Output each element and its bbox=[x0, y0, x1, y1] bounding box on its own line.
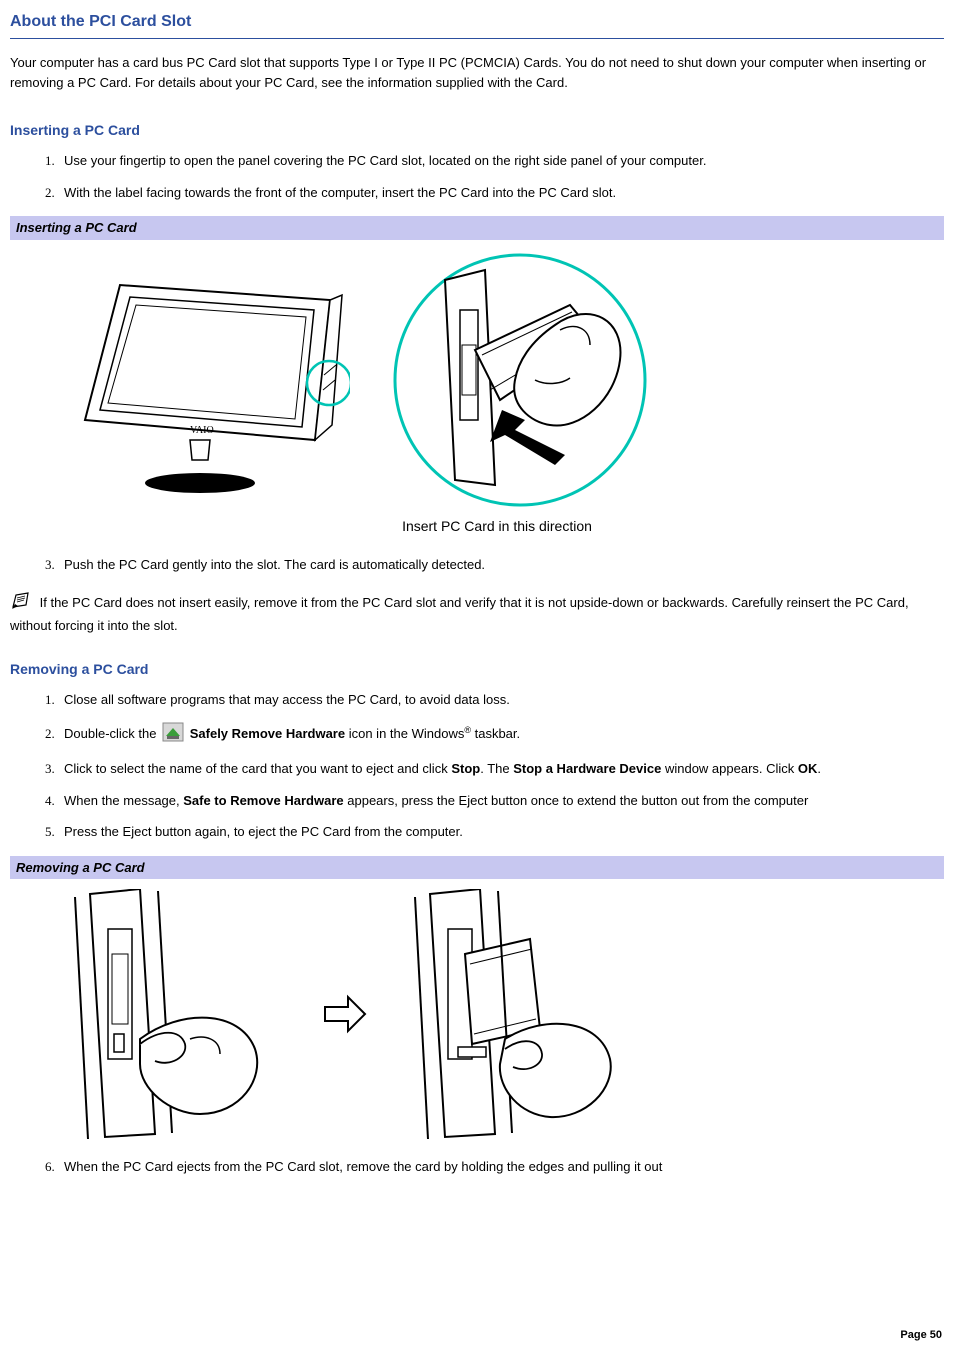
figure-remove bbox=[10, 879, 944, 1149]
text: . The bbox=[480, 761, 513, 776]
list-item: When the message, Safe to Remove Hardwar… bbox=[58, 791, 944, 811]
list-item: Push the PC Card gently into the slot. T… bbox=[58, 555, 944, 575]
text-bold: Stop bbox=[451, 761, 480, 776]
note-block: If the PC Card does not insert easily, r… bbox=[10, 592, 944, 635]
arrow-right-icon bbox=[320, 989, 370, 1039]
heading-inserting: Inserting a PC Card bbox=[10, 120, 944, 141]
eject-out-illustration bbox=[410, 889, 620, 1139]
text-bold: Stop a Hardware Device bbox=[513, 761, 661, 776]
text: . bbox=[817, 761, 821, 776]
figure-caption-bar-insert: Inserting a PC Card bbox=[10, 216, 944, 240]
insert-steps-b: Push the PC Card gently into the slot. T… bbox=[10, 555, 944, 575]
remove-steps-b: When the PC Card ejects from the PC Card… bbox=[10, 1157, 944, 1177]
text-bold: Safely Remove Hardware bbox=[190, 726, 345, 741]
text: appears, press the Eject button once to … bbox=[344, 793, 809, 808]
list-item: Click to select the name of the card tha… bbox=[58, 759, 944, 779]
note-text: If the PC Card does not insert easily, r… bbox=[10, 595, 909, 632]
remove-steps: Close all software programs that may acc… bbox=[10, 690, 944, 842]
safely-remove-hardware-icon bbox=[162, 722, 184, 748]
insert-steps-a: Use your fingertip to open the panel cov… bbox=[10, 151, 944, 202]
figure-insert-caption: Insert PC Card in this direction bbox=[70, 516, 924, 537]
list-item: Use your fingertip to open the panel cov… bbox=[58, 151, 944, 171]
list-item: With the label facing towards the front … bbox=[58, 183, 944, 203]
hand-insert-illustration bbox=[390, 250, 650, 510]
list-item: Double-click the Safely Remove Hardware … bbox=[58, 722, 944, 748]
page-number: Page 50 bbox=[900, 1327, 942, 1344]
list-item: Close all software programs that may acc… bbox=[58, 690, 944, 710]
eject-press-illustration bbox=[70, 889, 280, 1139]
text: taskbar. bbox=[471, 726, 520, 741]
monitor-illustration: VAIO bbox=[70, 265, 350, 495]
list-item: Press the Eject button again, to eject t… bbox=[58, 822, 944, 842]
text-bold: Safe to Remove Hardware bbox=[183, 793, 343, 808]
intro-paragraph: Your computer has a card bus PC Card slo… bbox=[10, 53, 944, 92]
text-bold: OK bbox=[798, 761, 818, 776]
registered-mark: ® bbox=[464, 724, 471, 734]
text: icon in the Windows bbox=[349, 726, 465, 741]
figure-caption-bar-remove: Removing a PC Card bbox=[10, 856, 944, 880]
list-item: When the PC Card ejects from the PC Card… bbox=[58, 1157, 944, 1177]
figure-insert: VAIO Inse bbox=[10, 240, 944, 547]
text: When the message, bbox=[64, 793, 183, 808]
text: Double-click the bbox=[64, 726, 160, 741]
heading-removing: Removing a PC Card bbox=[10, 659, 944, 680]
svg-text:VAIO: VAIO bbox=[190, 425, 214, 436]
note-icon bbox=[10, 592, 32, 616]
page-title: About the PCI Card Slot bbox=[10, 10, 944, 39]
text: Click to select the name of the card tha… bbox=[64, 761, 451, 776]
text: window appears. Click bbox=[661, 761, 798, 776]
